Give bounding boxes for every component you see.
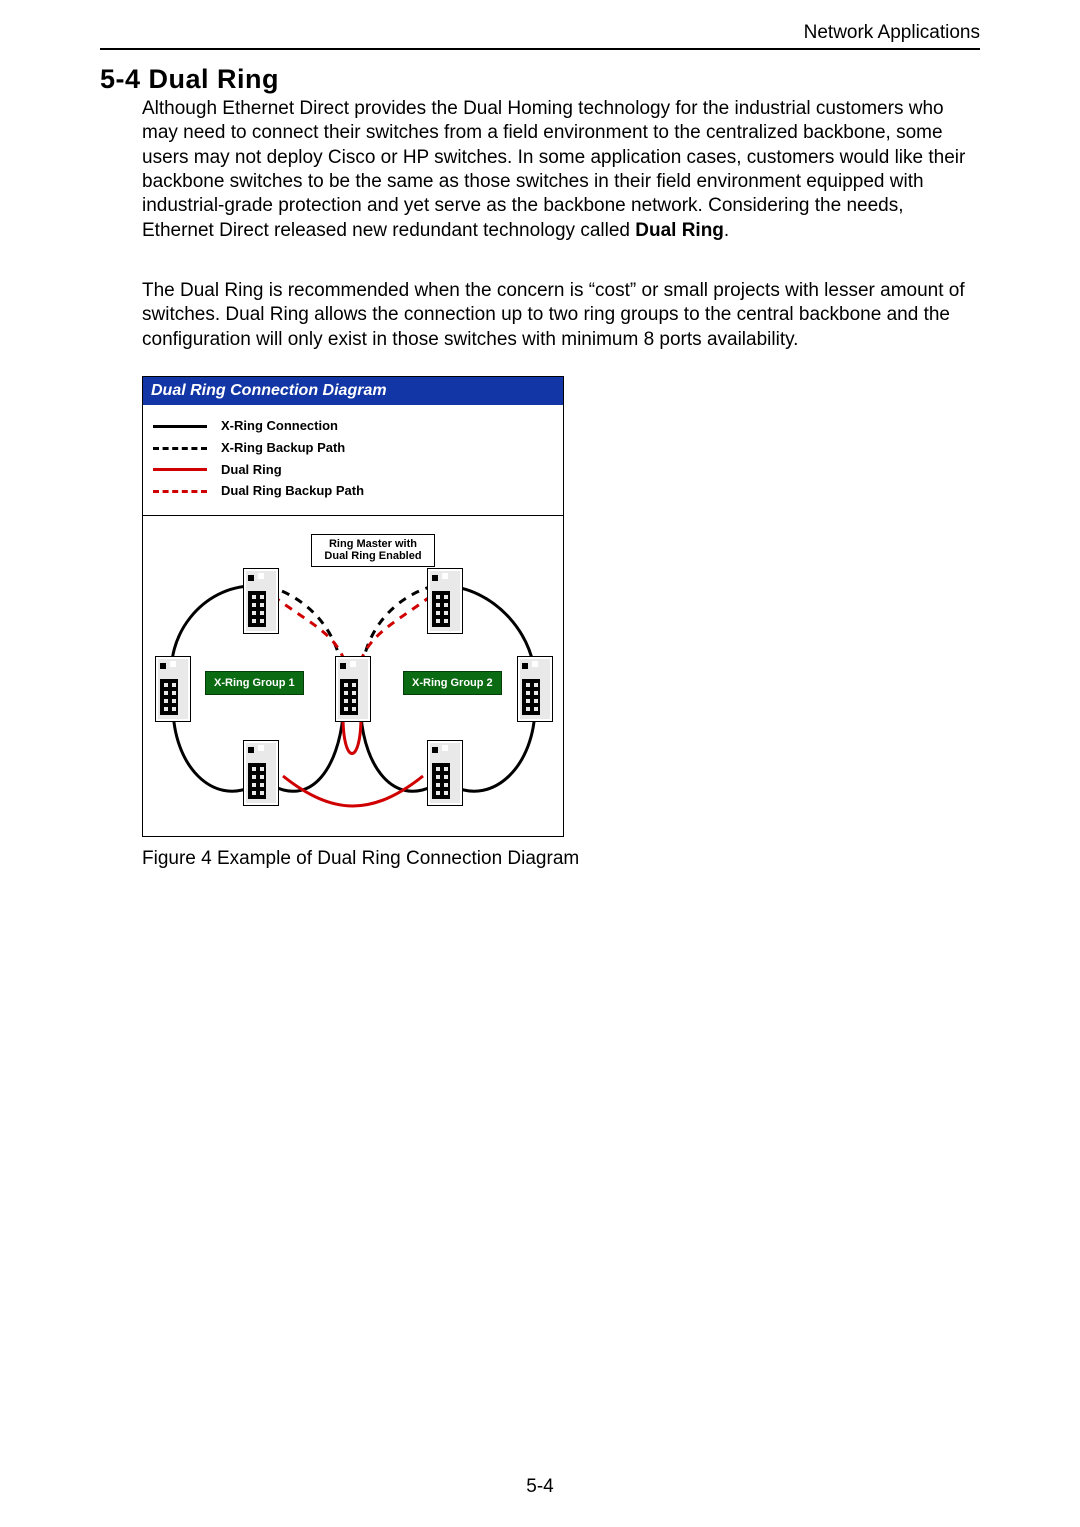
paragraph-1-bold: Dual Ring xyxy=(635,220,724,241)
paragraph-1: Although Ethernet Direct provides the Du… xyxy=(142,97,980,243)
switch-node-icon xyxy=(427,568,463,634)
group-2-label: X-Ring Group 2 xyxy=(403,671,502,695)
switch-node-icon xyxy=(517,656,553,722)
switch-node-icon xyxy=(155,656,191,722)
figure-legend: X-Ring Connection X-Ring Backup Path Dua… xyxy=(143,405,563,515)
legend-swatch-black-dash xyxy=(153,447,207,450)
switch-node-icon xyxy=(243,740,279,806)
paragraph-1-text: Although Ethernet Direct provides the Du… xyxy=(142,98,965,241)
ring-master-label: Ring Master with Dual Ring Enabled xyxy=(311,534,435,567)
legend-swatch-red-solid xyxy=(153,468,207,471)
switch-node-icon xyxy=(427,740,463,806)
group-1-label: X-Ring Group 1 xyxy=(205,671,304,695)
section-heading: 5-4 Dual Ring xyxy=(100,64,980,95)
legend-row-dualring: Dual Ring xyxy=(153,462,553,479)
running-header: Network Applications xyxy=(100,22,980,48)
switch-node-icon xyxy=(243,568,279,634)
figure-box: Dual Ring Connection Diagram X-Ring Conn… xyxy=(142,376,564,837)
paragraph-1-tail: . xyxy=(724,220,729,241)
legend-swatch-black-solid xyxy=(153,425,207,428)
legend-row-dualring-backup: Dual Ring Backup Path xyxy=(153,483,553,500)
figure-caption: Figure 4 Example of Dual Ring Connection… xyxy=(142,847,980,871)
section-title: Dual Ring xyxy=(149,64,280,94)
legend-label: Dual Ring Backup Path xyxy=(221,483,364,500)
paragraph-2: The Dual Ring is recommended when the co… xyxy=(142,279,980,352)
legend-label: X-Ring Connection xyxy=(221,418,338,435)
figure-title-bar: Dual Ring Connection Diagram xyxy=(143,377,563,405)
ring-master-label-line1: Ring Master with xyxy=(329,538,417,550)
legend-swatch-red-dash xyxy=(153,490,207,493)
legend-row-xring-backup: X-Ring Backup Path xyxy=(153,440,553,457)
switch-node-icon xyxy=(335,656,371,722)
legend-label: Dual Ring xyxy=(221,462,282,479)
ring-master-label-line2: Dual Ring Enabled xyxy=(324,550,421,562)
legend-row-xring: X-Ring Connection xyxy=(153,418,553,435)
header-rule xyxy=(100,48,980,50)
page-number: 5-4 xyxy=(0,1476,1080,1498)
legend-label: X-Ring Backup Path xyxy=(221,440,345,457)
figure-diagram: Ring Master with Dual Ring Enabled X-Rin… xyxy=(143,515,563,836)
section-number: 5-4 xyxy=(100,64,141,94)
